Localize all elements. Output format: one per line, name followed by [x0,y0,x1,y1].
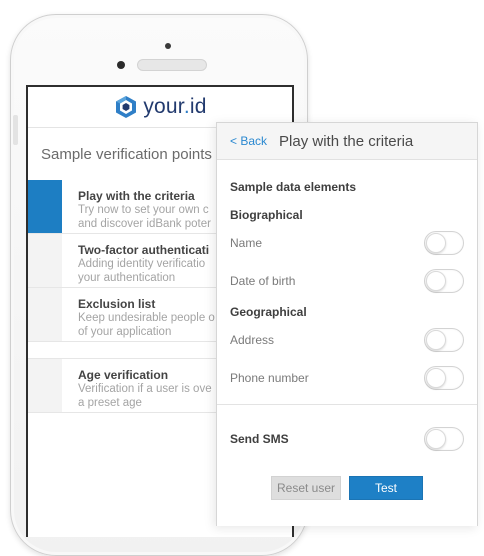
geographical-heading: Geographical [230,305,307,319]
phone-number-toggle[interactable] [424,366,464,390]
item-indicator [28,359,62,412]
item-indicator [28,288,62,341]
phone-side-button [13,115,18,145]
panel-body: Sample data elements Biographical Name D… [217,160,477,500]
field-label: Address [230,333,275,347]
name-toggle[interactable] [424,231,464,255]
field-label: Phone number [230,371,309,385]
panel-title: Play with the criteria [279,132,414,150]
phone-camera-icon [117,61,125,69]
send-sms-label: Send SMS [230,432,289,446]
panel-header: < Back Play with the criteria [217,123,477,160]
field-row-address: Address [230,328,464,352]
your-id-logo-icon [116,96,137,118]
brand-logo-text: your.id [143,95,207,118]
sample-data-heading: Sample data elements [230,180,357,194]
phone-speaker [137,59,207,71]
back-link[interactable]: < Back [230,134,267,148]
field-label: Date of birth [230,274,296,288]
action-buttons: Reset user Test [230,476,464,500]
panel-divider [217,404,477,405]
field-label: Name [230,236,263,250]
send-sms-row: Send SMS [230,427,464,451]
reset-user-button[interactable]: Reset user [271,476,341,500]
phone-sensor [165,43,171,49]
address-toggle[interactable] [424,328,464,352]
date-of-birth-toggle[interactable] [424,269,464,293]
field-row-phone-number: Phone number [230,366,464,390]
active-indicator [28,180,62,233]
field-row-date-of-birth: Date of birth [230,269,464,293]
item-indicator [28,234,62,287]
criteria-panel: < Back Play with the criteria Sample dat… [216,122,478,526]
biographical-heading: Biographical [230,208,303,222]
field-row-name: Name [230,231,464,255]
send-sms-toggle[interactable] [424,427,464,451]
test-button[interactable]: Test [349,476,423,500]
